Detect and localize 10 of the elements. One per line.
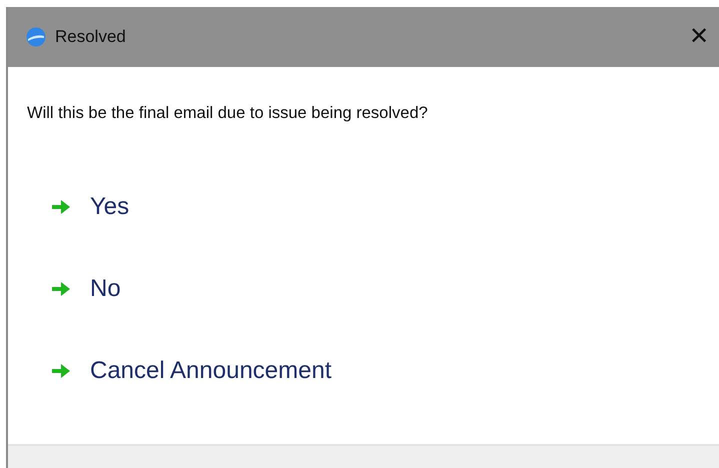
arrow-icon bbox=[51, 198, 71, 215]
option-link[interactable]: No bbox=[27, 264, 121, 313]
arrow-icon bbox=[51, 280, 71, 297]
arrow-icon bbox=[51, 362, 71, 379]
close-button[interactable]: ✕ bbox=[679, 25, 719, 49]
question-text: Will this be the final email due to issue being resolved? bbox=[27, 103, 429, 124]
globe-icon bbox=[26, 27, 46, 47]
window-title: Resolved bbox=[55, 26, 126, 48]
option-link[interactable]: Cancel Announcement bbox=[27, 346, 332, 395]
option-link[interactable]: Yes bbox=[27, 182, 130, 231]
